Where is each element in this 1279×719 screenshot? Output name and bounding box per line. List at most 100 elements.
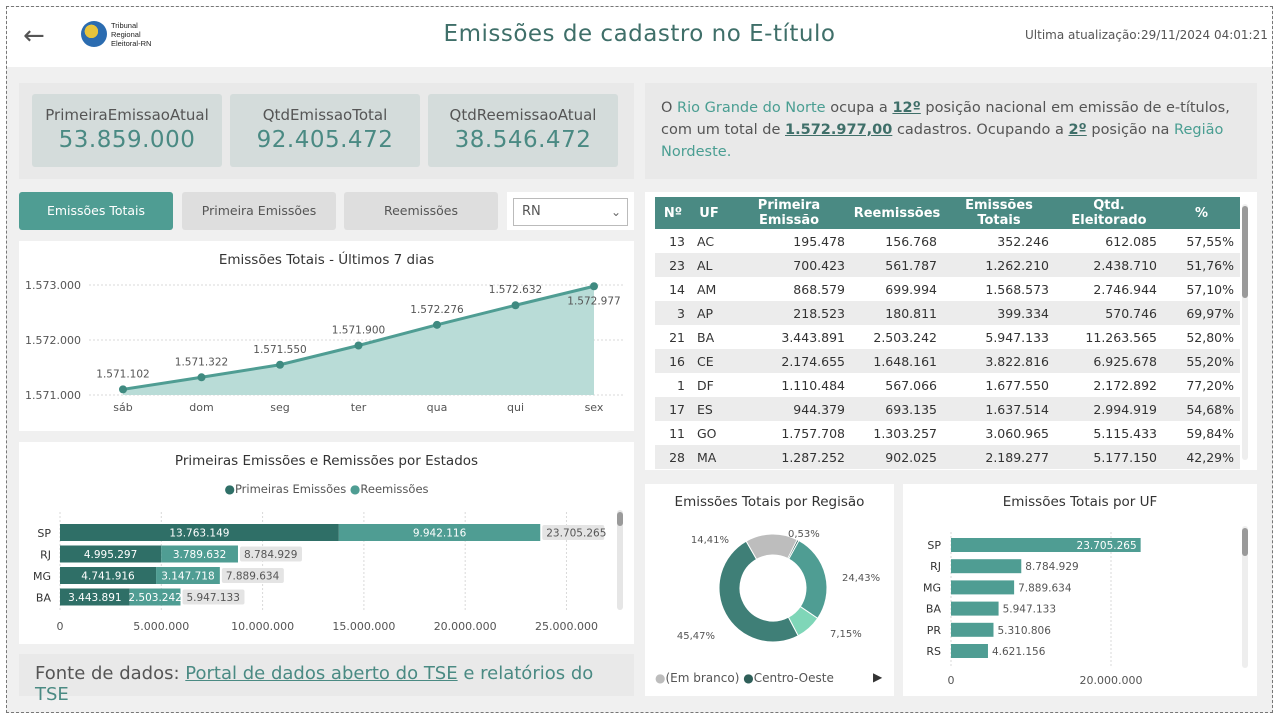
table-cell: 352.246 — [997, 233, 1049, 249]
table-cell: 1.262.210 — [943, 253, 1055, 277]
table-cell: 2.172.892 — [1093, 377, 1157, 393]
kpi-value: 92.405.472 — [256, 127, 394, 153]
data-label: 1.572.276 — [410, 304, 464, 316]
source-text: Fonte de dados: Portal de dados aberto d… — [35, 663, 594, 705]
bar-value-label: 2.503.242 — [128, 592, 181, 604]
table-cell: 1 — [677, 377, 685, 393]
chevron-down-icon: ⌄ — [610, 205, 621, 219]
scrollbar-thumb[interactable] — [1242, 528, 1248, 556]
kpi-label: QtdReemissaoAtual — [449, 106, 597, 124]
header: ← Tribunal Regional Eleitoral-RN Emissõe… — [7, 7, 1272, 67]
region-donut-chart: 0,53% 24,43% 7,15% 45,47% 14,41% — [677, 529, 880, 643]
table-cell: 69,97% — [1163, 301, 1240, 325]
table-cell: AP — [691, 301, 727, 325]
table-cell: DF — [697, 377, 714, 393]
line-chart-area — [122, 284, 595, 395]
y-tick-label: 1.572.000 — [25, 334, 81, 347]
col-header[interactable]: Emissões Totais — [943, 197, 1055, 229]
uf-bar-x-ticks: 0 20.000.000 — [948, 674, 1143, 687]
kpi-value: 38.546.472 — [454, 127, 592, 153]
data-point — [433, 320, 441, 329]
x-tick-label: ter — [351, 401, 367, 414]
kpi-panel: PrimeiraEmissaoAtual 53.859.000 QtdEmiss… — [19, 83, 634, 179]
col-header[interactable]: UF — [691, 197, 727, 229]
table-cell: 2.746.944 — [1093, 281, 1157, 297]
table-cell: 399.334 — [943, 301, 1055, 325]
donut-slice — [788, 539, 828, 620]
x-tick-label: dom — [189, 401, 213, 414]
uf-bar — [951, 622, 994, 637]
state-dropdown[interactable]: RN ⌄ — [513, 198, 628, 226]
state-bar-x-ticks: 0 5.000.000 10.000.000 15.000.000 20.000.000… — [57, 620, 598, 633]
table-cell: 570.746 — [1055, 301, 1163, 325]
table-scrollbar-thumb[interactable] — [1242, 206, 1248, 298]
table-cell: 21 — [669, 329, 685, 345]
legend-label: Centro-Oeste — [753, 671, 834, 685]
uf-bar-chart: 23.705.265 8.784.929 7.889.634 5.947.133 5.3… — [923, 526, 1248, 687]
table-cell: 52,80% — [1186, 329, 1234, 345]
table-cell: 3.822.816 — [943, 349, 1055, 373]
table-cell: 180.811 — [851, 301, 943, 325]
table-cell: AL — [691, 253, 727, 277]
data-label: 1.571.322 — [175, 356, 228, 368]
legend-next-icon[interactable]: ▶ — [873, 670, 882, 684]
table-cell: 561.787 — [851, 253, 943, 277]
table-row[interactable]: 16 CE 2.174.655 1.648.161 3.822.816 6.925.678… — [655, 349, 1240, 373]
col-header[interactable]: Reemissões — [851, 197, 943, 229]
table-row[interactable]: 1 DF 1.110.484 567.066 1.677.550 2.172.892 77,… — [655, 373, 1240, 397]
state-bar-chart-panel: Primeiras Emissões e Remissões por Estad… — [19, 442, 634, 644]
data-label: 1.571.900 — [332, 325, 385, 337]
uf-bar — [951, 644, 988, 658]
slice-label: 7,15% — [830, 629, 862, 640]
legend-dot-icon: ● — [655, 671, 666, 685]
table-cell: 1.757.708 — [781, 425, 845, 441]
uf-bar — [951, 559, 1022, 574]
kpi-card-reemissao: QtdReemissaoAtual 38.546.472 — [428, 94, 618, 167]
table-row[interactable]: 21 BA 3.443.891 2.503.242 5.947.133 11.263.56… — [655, 325, 1240, 349]
bar-value-label: 3.443.891 — [68, 592, 121, 604]
table-cell: 17 — [655, 397, 691, 421]
x-tick-label: 25.000.000 — [535, 620, 598, 633]
table-row[interactable]: 23 AL 700.423 561.787 1.262.210 2.438.710 51,7… — [655, 253, 1240, 277]
category-label: MG — [923, 581, 941, 594]
table-cell: 2.189.277 — [943, 445, 1055, 469]
tab-reemissoes[interactable]: Reemissões — [344, 192, 498, 230]
table-cell: 57,55% — [1186, 233, 1234, 249]
state-dropdown-value: RN — [522, 204, 541, 219]
state-filter: RN ⌄ — [507, 192, 634, 230]
scrollbar-thumb[interactable] — [617, 512, 623, 526]
line-chart-x-ticks: sáb dom seg ter qua qui sex — [113, 401, 604, 414]
table-row[interactable]: 11 GO 1.757.708 1.303.257 3.060.965 5.115.433… — [655, 421, 1240, 445]
y-tick-label: 1.573.000 — [25, 279, 81, 292]
source-footer: Fonte de dados: Portal de dados aberto d… — [19, 654, 634, 705]
tab-emissoes-totais[interactable]: Emissões Totais — [19, 192, 173, 230]
tab-primeira-emissoes[interactable]: Primeira Emissões — [182, 192, 336, 230]
col-header[interactable]: % — [1163, 197, 1240, 229]
bar-value-label: 8.784.929 — [1025, 561, 1078, 573]
data-point — [119, 385, 127, 394]
col-header[interactable]: Qtd. Eleitorado — [1055, 197, 1163, 229]
table-row[interactable]: 17 ES 944.379 693.135 1.637.514 2.994.919 54,6… — [655, 397, 1240, 421]
table-cell: CE — [691, 349, 727, 373]
table-cell: 567.066 — [885, 377, 937, 393]
table-row[interactable]: 14 AM 868.579 699.994 1.568.573 2.746.944 57,1… — [655, 277, 1240, 301]
legend-dot-icon: ● — [743, 671, 754, 685]
info-panel: O Rio Grande do Norte ocupa a 12º posiçã… — [645, 83, 1257, 179]
col-header[interactable]: Nº — [655, 197, 691, 229]
table-cell: 156.768 — [885, 233, 937, 249]
table-row[interactable]: 13 AC 195.478 156.768 352.246 612.085 57,55% — [655, 229, 1240, 253]
table-cell: 2.174.655 — [727, 349, 851, 373]
col-header[interactable]: Primeira Emissão — [727, 197, 851, 229]
table-cell: ES — [691, 397, 727, 421]
table-row[interactable]: 3 AP 218.523 180.811 399.334 570.746 69,97% — [655, 301, 1240, 325]
slice-label: 14,41% — [691, 535, 729, 546]
table-cell: AC — [697, 233, 715, 249]
tse-portal-link[interactable]: Portal de dados aberto do TSE — [185, 663, 457, 684]
bar-value-label: 5.310.806 — [997, 625, 1051, 637]
table-row[interactable]: 28 MA 1.287.252 902.025 2.189.277 5.177.150 42… — [655, 445, 1240, 469]
bar-value-label: 3.789.632 — [173, 549, 226, 561]
data-label: 1.572.977 — [567, 295, 620, 307]
x-tick-label: 0 — [948, 674, 955, 687]
x-tick-label: 20.000.000 — [1080, 674, 1143, 687]
x-tick-label: 5.000.000 — [133, 620, 189, 633]
